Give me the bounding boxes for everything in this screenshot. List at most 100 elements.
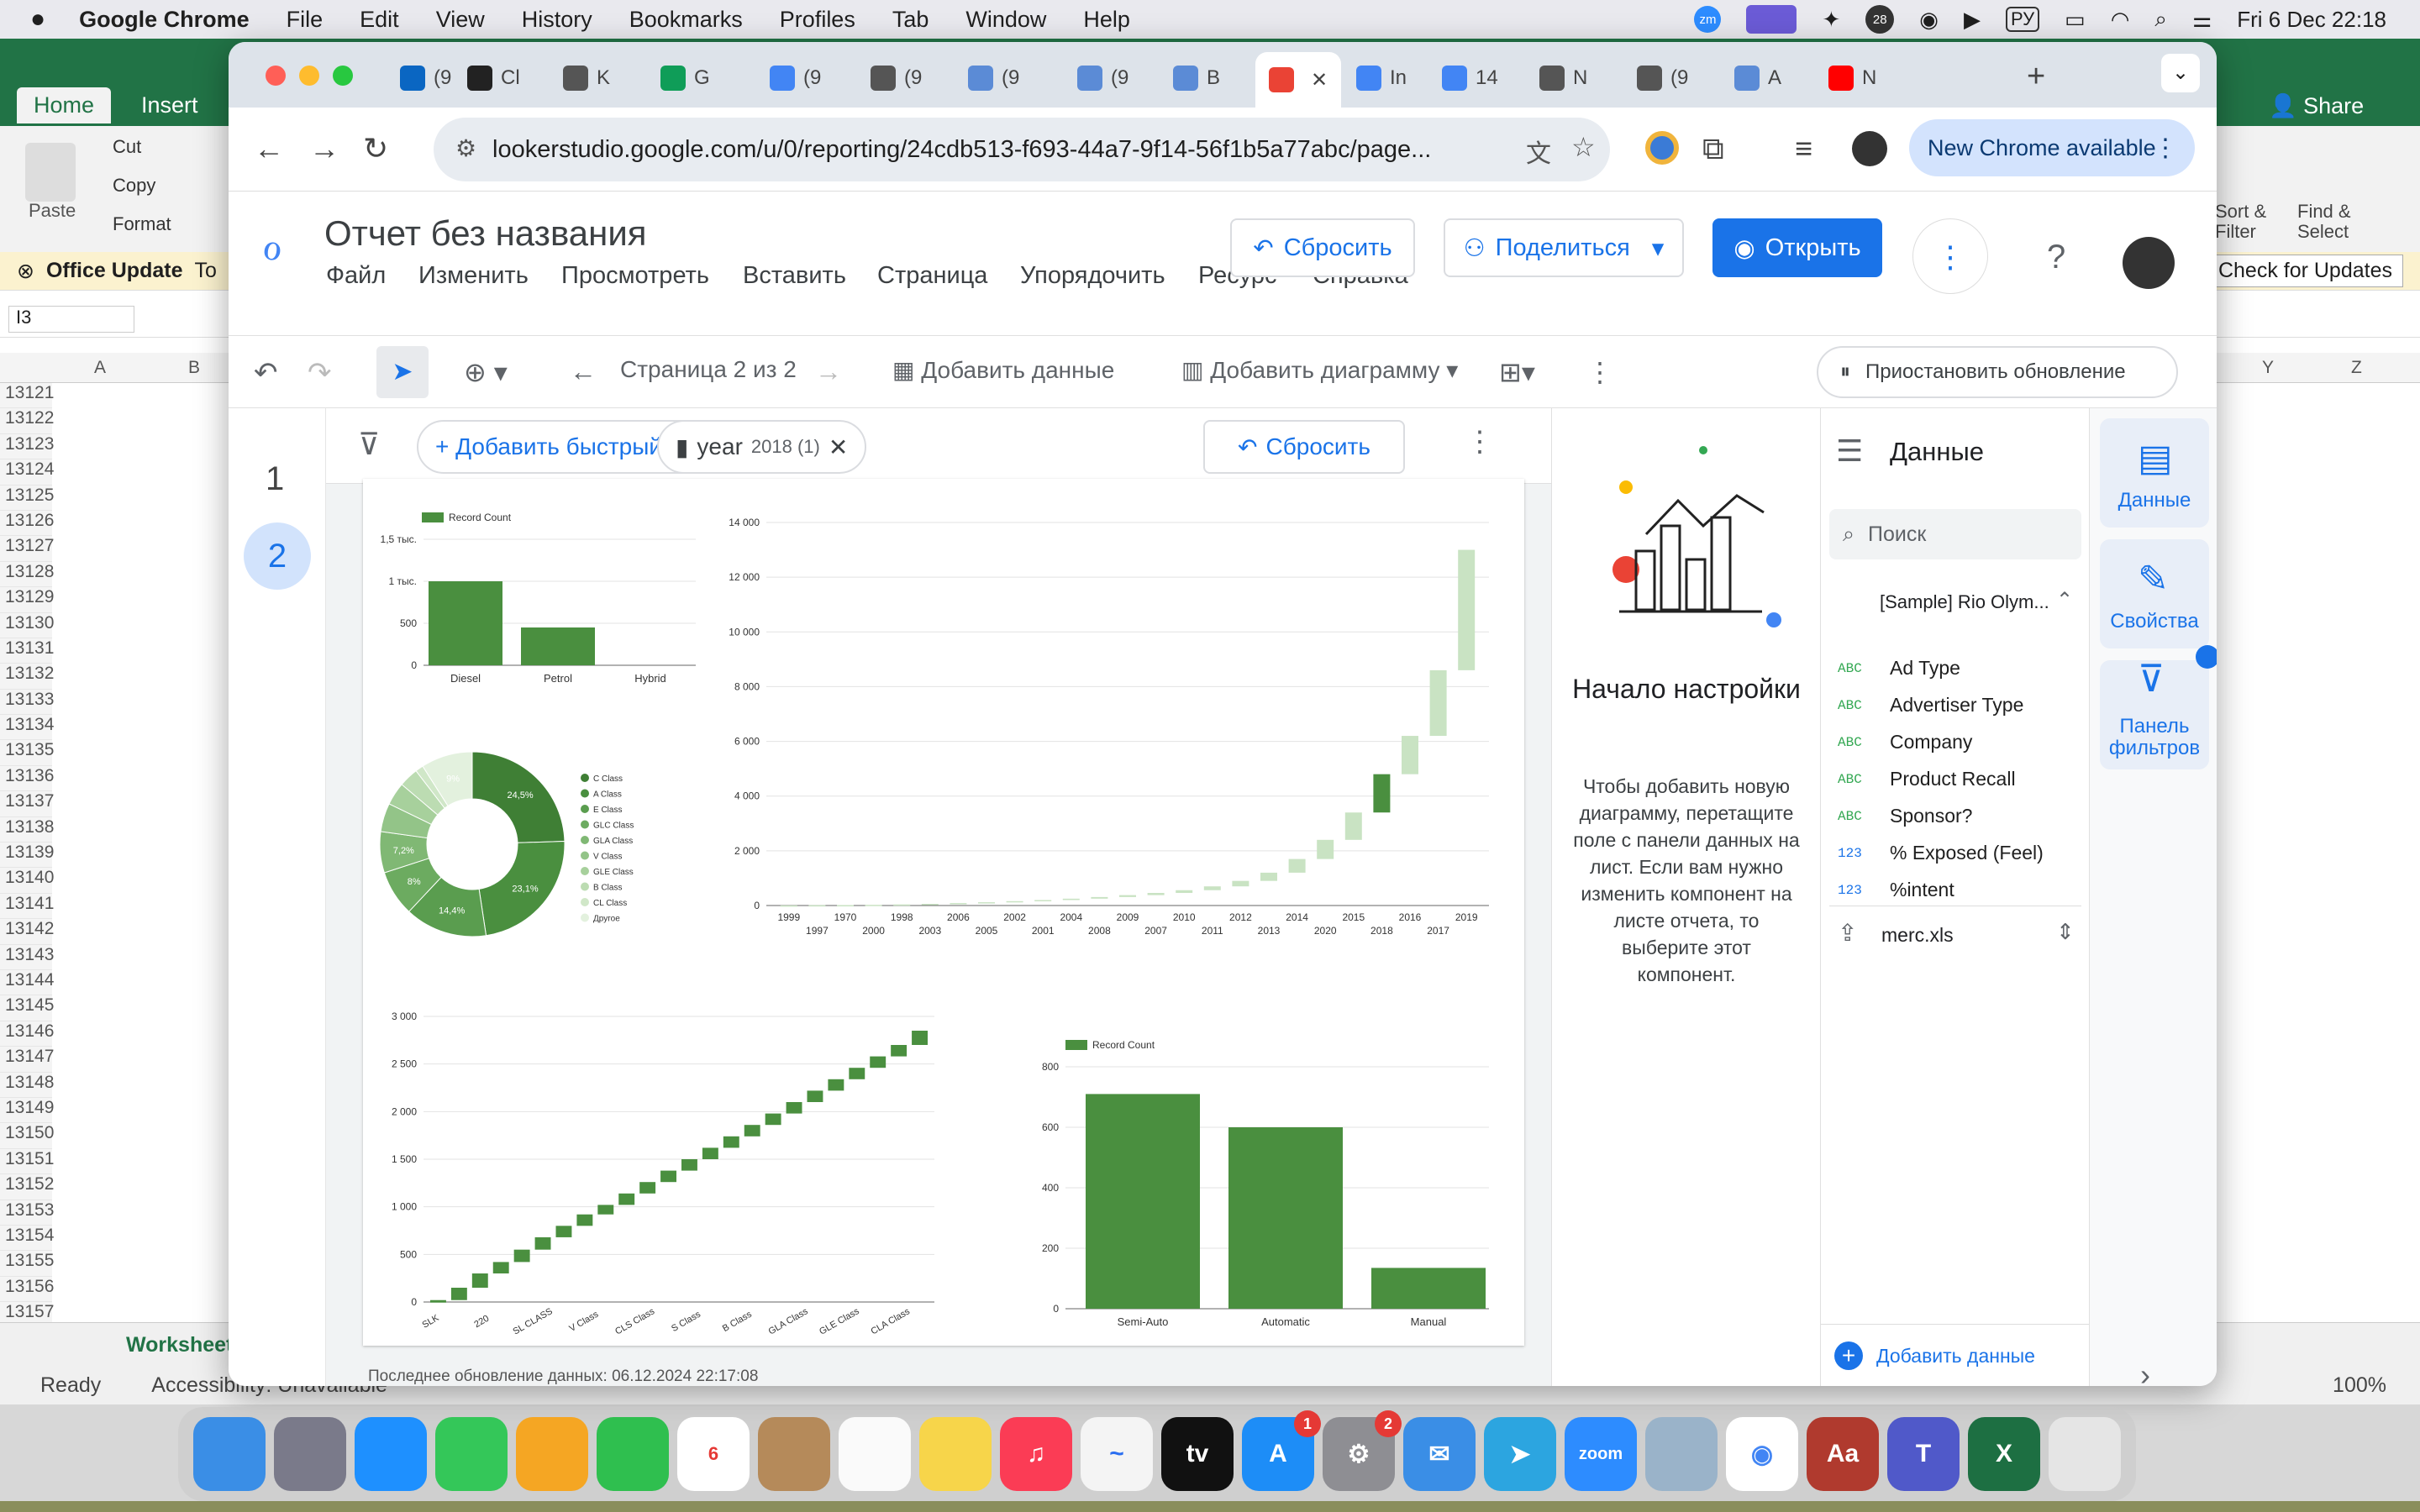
row-header[interactable]: 13145 bbox=[0, 995, 54, 1021]
row-header[interactable]: 13139 bbox=[0, 843, 54, 869]
maximize-window-button[interactable] bbox=[333, 66, 353, 86]
panel-add-data-button[interactable]: Добавить данные bbox=[1876, 1345, 2035, 1368]
mastodon-icon[interactable]: ◉ bbox=[1919, 7, 1939, 33]
row-header[interactable]: 13128 bbox=[0, 561, 54, 588]
address-bar[interactable]: ⚙ lookerstudio.google.com/u/0/reporting/… bbox=[434, 118, 1610, 181]
browser-tab[interactable]: (9 bbox=[1637, 57, 1688, 99]
back-icon[interactable]: ← bbox=[254, 131, 284, 166]
site-info-icon[interactable]: ⚙ bbox=[455, 134, 476, 162]
row-header[interactable]: 13123 bbox=[0, 433, 54, 460]
column-header-z[interactable]: Z bbox=[2351, 358, 2362, 378]
menubar-item-bookmarks[interactable]: Bookmarks bbox=[629, 7, 743, 33]
facetime-icon[interactable] bbox=[597, 1417, 669, 1491]
paste-label[interactable]: Paste bbox=[29, 200, 76, 222]
finder-icon[interactable] bbox=[193, 1417, 266, 1491]
menu-edit[interactable]: Изменить bbox=[418, 262, 529, 290]
menubar-clock[interactable]: Fri 6 Dec 22:18 bbox=[2237, 7, 2386, 33]
row-header[interactable]: 13124 bbox=[0, 459, 54, 486]
menubar-item-window[interactable]: Window bbox=[965, 7, 1046, 33]
sort-filter-button[interactable]: Sort & Filter bbox=[2215, 202, 2282, 242]
music-icon[interactable]: ♫ bbox=[1000, 1417, 1072, 1491]
zoom-icon[interactable]: ⊕ ▾ bbox=[464, 356, 508, 388]
more-vert-icon[interactable]: ⋮ bbox=[2153, 134, 2178, 163]
menubar-item-profiles[interactable]: Profiles bbox=[780, 7, 855, 33]
row-header[interactable]: 13126 bbox=[0, 510, 54, 537]
browser-tab[interactable]: (9 bbox=[770, 57, 821, 99]
check-updates-button[interactable]: Check for Updates bbox=[2207, 255, 2403, 287]
row-header[interactable]: 13151 bbox=[0, 1148, 54, 1175]
redo-icon[interactable]: ↷ bbox=[308, 356, 332, 390]
browser-tab[interactable]: G bbox=[660, 57, 710, 99]
browser-tab[interactable]: N bbox=[1828, 57, 1876, 99]
row-header[interactable]: 13148 bbox=[0, 1072, 54, 1098]
row-header[interactable]: 13132 bbox=[0, 664, 54, 690]
menubar-app-name[interactable]: Google Chrome bbox=[79, 7, 250, 33]
media-control-icon[interactable]: ≡ bbox=[1795, 131, 1812, 166]
extensions-puzzle-icon[interactable]: ⧉ bbox=[1702, 131, 1724, 167]
excel-tab-home[interactable]: Home bbox=[17, 87, 112, 123]
column-header-b[interactable]: B bbox=[188, 358, 200, 378]
sheet-tab[interactable]: Worksheet bbox=[126, 1333, 233, 1357]
calendar-icon[interactable]: 6 bbox=[677, 1417, 750, 1491]
browser-tab[interactable]: (9 bbox=[400, 57, 451, 99]
prev-page-icon[interactable]: ← bbox=[570, 356, 597, 387]
add-chart-button[interactable]: ▥ Добавить диаграмму ▾ bbox=[1181, 356, 1458, 384]
filter-more-icon[interactable]: ⋮ bbox=[1465, 425, 1494, 459]
row-header[interactable]: 13140 bbox=[0, 868, 54, 894]
remove-filter-icon[interactable]: ✕ bbox=[829, 433, 848, 461]
chrome-icon[interactable]: ◉ bbox=[1726, 1417, 1798, 1491]
tab-data[interactable]: ▤ Данные bbox=[2100, 418, 2209, 528]
looker-studio-logo-icon[interactable]: ℴ bbox=[262, 220, 282, 270]
file-source-name[interactable]: merc.xls bbox=[1881, 924, 1954, 947]
share-button[interactable]: ⚇ Поделиться ▾ bbox=[1444, 218, 1684, 277]
close-tab-icon[interactable]: ✕ bbox=[1311, 68, 1328, 92]
data-search-input[interactable]: ⌕ Поиск bbox=[1829, 509, 2081, 559]
filter-icon[interactable]: ⊽ bbox=[358, 427, 380, 462]
new-chrome-available-button[interactable]: New Chrome available ⋮ bbox=[1909, 119, 2195, 176]
launchpad-icon[interactable] bbox=[274, 1417, 346, 1491]
reset-button[interactable]: ↶ Сбросить bbox=[1230, 218, 1415, 277]
column-header-y[interactable]: Y bbox=[2262, 358, 2274, 378]
page-2-link[interactable]: 2 bbox=[244, 522, 311, 590]
zoom-app-icon[interactable]: zoom bbox=[1565, 1417, 1637, 1491]
name-box[interactable]: I3 bbox=[8, 306, 134, 333]
more-tools-icon[interactable]: ⋮ bbox=[1586, 356, 1613, 388]
pause-updates-button[interactable]: ⏸ Приостановить обновление bbox=[1817, 346, 2178, 398]
control-center-icon[interactable]: ⚌ bbox=[2192, 7, 2212, 33]
year-filter-chip[interactable]: ▮ year 2018 (1) ✕ bbox=[657, 420, 867, 474]
freeform-icon[interactable]: ~ bbox=[1081, 1417, 1153, 1491]
safari-icon[interactable] bbox=[355, 1417, 427, 1491]
row-header[interactable]: 13131 bbox=[0, 638, 54, 664]
menu-page[interactable]: Страница bbox=[877, 262, 987, 290]
translate-icon[interactable]: 文 bbox=[1526, 133, 1551, 170]
notification-count-icon[interactable]: 28 bbox=[1865, 5, 1895, 34]
next-page-icon[interactable]: → bbox=[815, 356, 842, 387]
data-field[interactable]: 123 % Exposed (Feel) bbox=[1838, 842, 2044, 864]
system-settings-icon[interactable]: ⚙ 2 bbox=[1323, 1410, 1402, 1491]
report-title[interactable]: Отчет без названия bbox=[324, 213, 647, 254]
browser-tab[interactable]: 14 bbox=[1442, 57, 1498, 99]
panel-toggle-handle[interactable] bbox=[2196, 645, 2217, 669]
contacts-icon[interactable] bbox=[758, 1417, 830, 1491]
dictionary-icon[interactable]: Aa bbox=[1807, 1417, 1879, 1491]
wifi-icon[interactable]: ◠ bbox=[2111, 7, 2130, 33]
row-header[interactable]: 13141 bbox=[0, 893, 54, 920]
tab-properties[interactable]: ✎ Свойства bbox=[2100, 539, 2209, 648]
tab-search-button[interactable]: ⌄ bbox=[2161, 54, 2200, 92]
add-data-button[interactable]: ▦ Добавить данные bbox=[892, 356, 1114, 384]
forward-icon[interactable]: → bbox=[309, 131, 339, 166]
row-header[interactable]: 13142 bbox=[0, 919, 54, 945]
minimize-window-button[interactable] bbox=[299, 66, 319, 86]
row-header[interactable]: 13122 bbox=[0, 408, 54, 434]
more-options-icon[interactable]: ⋮ bbox=[1912, 218, 1988, 294]
zoom-status-icon[interactable]: zm bbox=[1694, 6, 1722, 33]
row-header[interactable]: 13125 bbox=[0, 485, 54, 511]
menubar-item-history[interactable]: History bbox=[522, 7, 592, 33]
messages-icon[interactable] bbox=[435, 1417, 508, 1491]
browser-tab[interactable]: K bbox=[563, 57, 610, 99]
gamepad-icon[interactable]: ✦ bbox=[1822, 7, 1840, 33]
mail-icon[interactable]: ✉ bbox=[1403, 1417, 1476, 1491]
browser-tab[interactable]: A bbox=[1734, 57, 1781, 99]
row-header[interactable]: 13127 bbox=[0, 536, 54, 562]
expand-icon[interactable]: ⇕ bbox=[2056, 919, 2075, 945]
